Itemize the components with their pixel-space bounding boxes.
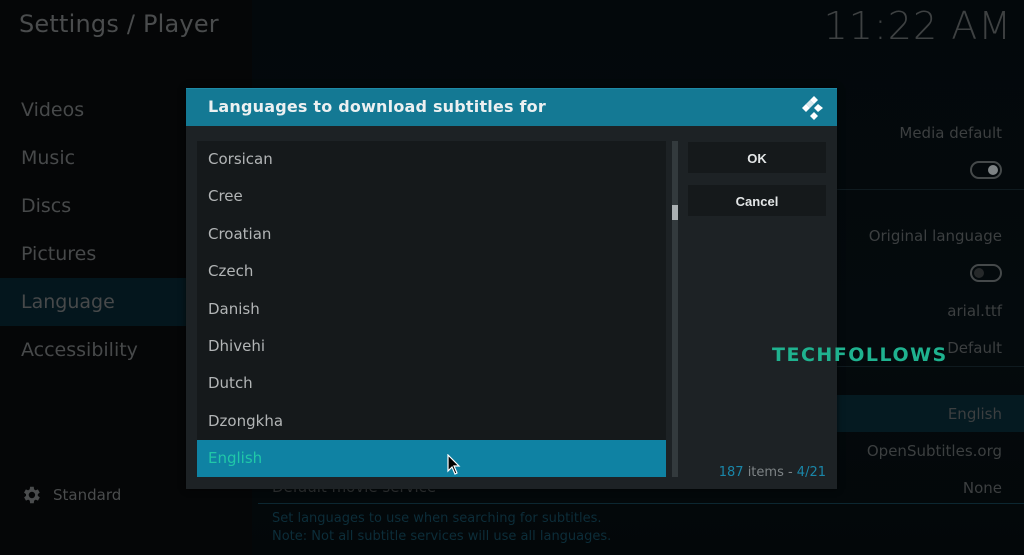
item-count: 187 items - 4/21 <box>719 465 826 480</box>
list-item-danish[interactable]: Danish <box>197 291 666 328</box>
language-select-dialog: Languages to download subtitles for Cors… <box>186 88 837 489</box>
page-indicator: 4/21 <box>796 465 826 480</box>
list-item-cree[interactable]: Cree <box>197 178 666 215</box>
help-text: Set languages to use when searching for … <box>272 510 611 546</box>
setting-value-languages[interactable]: English <box>948 405 1002 423</box>
list-item-dzongkha[interactable]: Dzongkha <box>197 403 666 440</box>
list-item-english[interactable]: English <box>197 440 666 477</box>
settings-level-button[interactable]: Standard <box>20 484 121 506</box>
help-line-2: Note: Not all subtitle services will use… <box>272 529 612 544</box>
list-item-dutch[interactable]: Dutch <box>197 365 666 402</box>
ok-button[interactable]: OK <box>688 142 826 173</box>
setting-value-original-language[interactable]: Original language <box>869 227 1002 245</box>
kodi-logo-icon <box>802 96 823 120</box>
dialog-header: Languages to download subtitles for <box>186 88 837 126</box>
item-count-label: items - <box>743 465 797 480</box>
gear-icon <box>24 486 40 504</box>
settings-level-label: Standard <box>53 486 122 504</box>
setting-toggle-1[interactable] <box>970 161 1002 179</box>
list-item-czech[interactable]: Czech <box>197 253 666 290</box>
mouse-cursor-icon <box>447 454 461 475</box>
help-divider <box>258 503 1024 504</box>
dialog-title: Languages to download subtitles for <box>208 97 546 116</box>
cancel-button[interactable]: Cancel <box>688 185 826 216</box>
list-item-corsican[interactable]: Corsican <box>197 141 666 178</box>
watermark: TECHFOLLOWS <box>772 344 948 366</box>
setting-value-tv-service[interactable]: OpenSubtitles.org <box>867 442 1002 460</box>
setting-value-media-default[interactable]: Media default <box>899 124 1002 142</box>
toggle-knob <box>988 165 998 175</box>
scrollbar-thumb[interactable] <box>672 205 678 220</box>
language-list[interactable]: Corsican Cree Croatian Czech Danish Dhiv… <box>197 141 666 477</box>
setting-value-default[interactable]: Default <box>947 339 1002 357</box>
clock: 11:22 AM <box>823 4 1012 48</box>
help-line-1: Set languages to use when searching for … <box>272 511 602 526</box>
item-count-number: 187 <box>718 465 744 480</box>
list-item-croatian[interactable]: Croatian <box>197 216 666 253</box>
setting-value-font[interactable]: arial.ttf <box>947 302 1002 320</box>
list-scrollbar[interactable] <box>672 141 678 477</box>
setting-toggle-2[interactable] <box>970 264 1002 282</box>
list-item-dhivehi[interactable]: Dhivehi <box>197 328 666 365</box>
setting-value-movie-service[interactable]: None <box>963 479 1002 497</box>
toggle-knob <box>974 268 984 278</box>
breadcrumb: Settings / Player <box>19 10 219 38</box>
